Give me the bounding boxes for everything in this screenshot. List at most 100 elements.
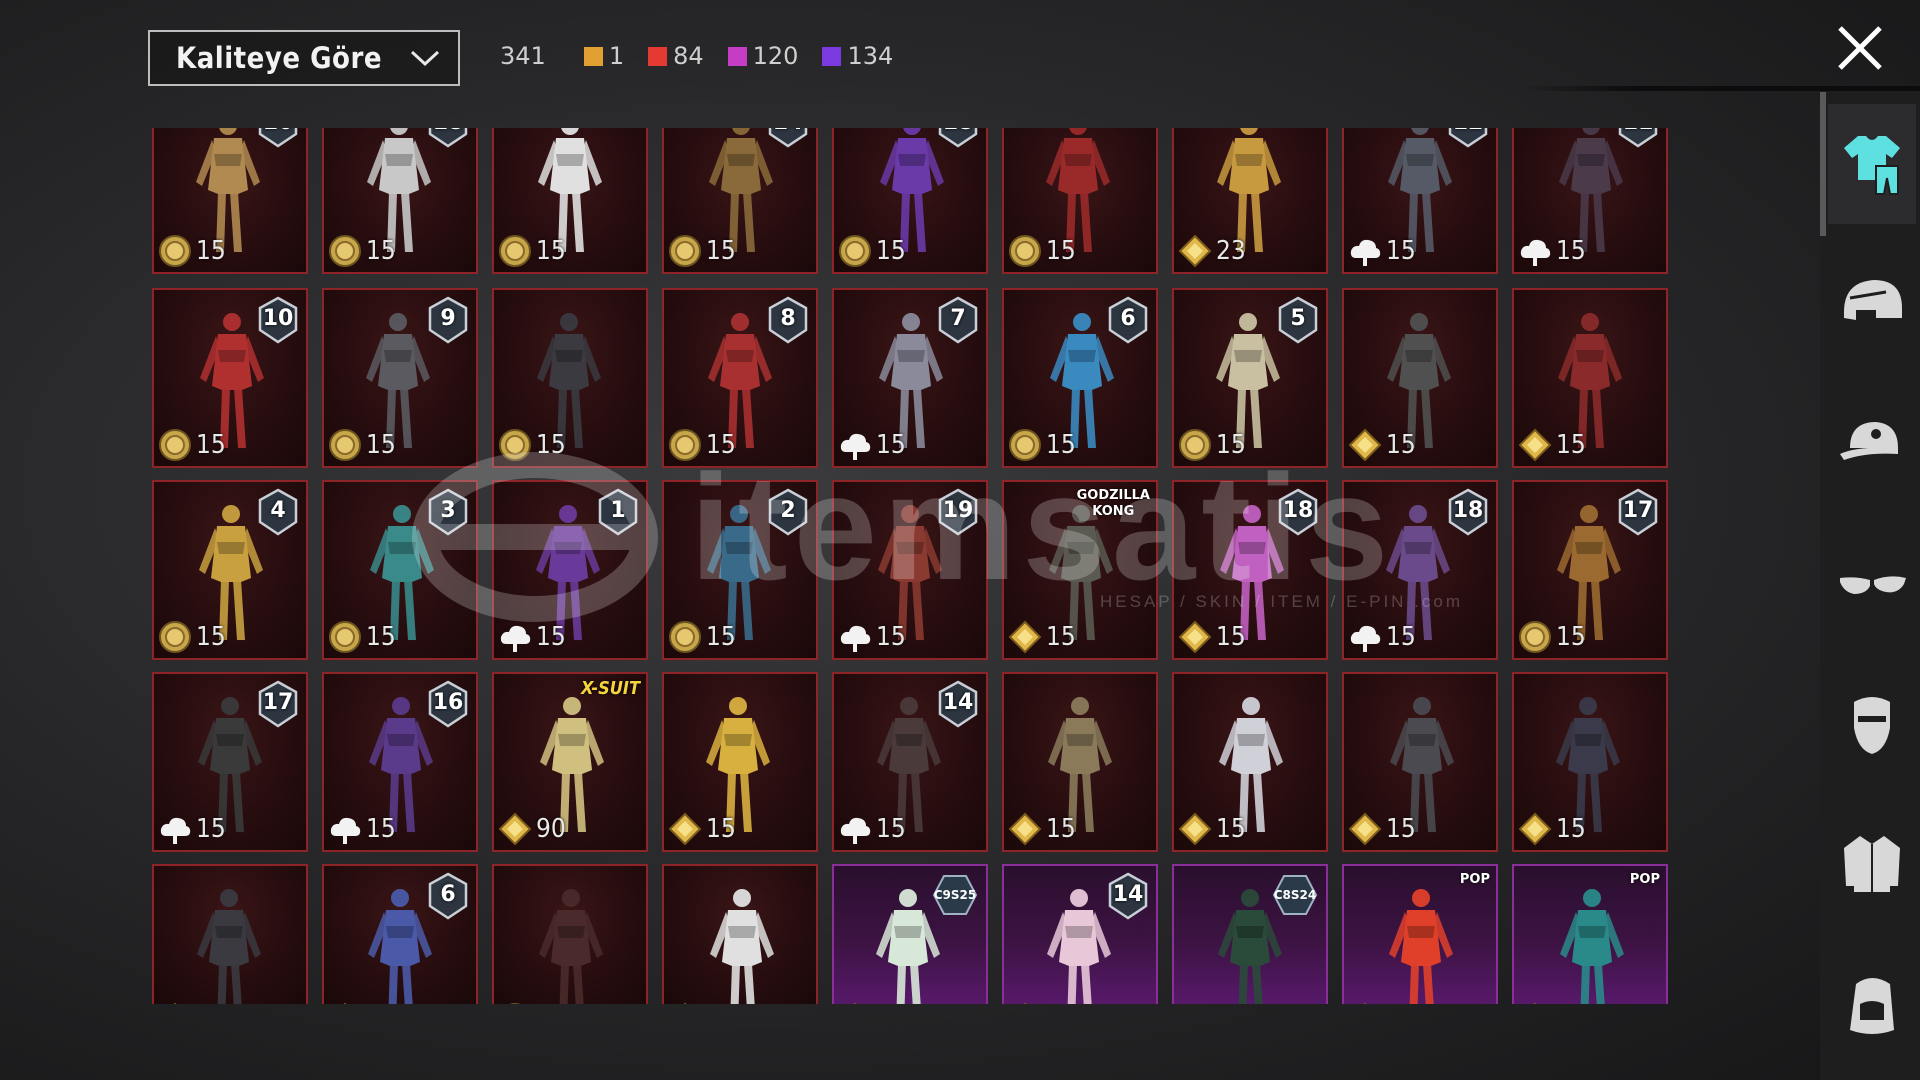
item-card[interactable]: 3 15 (322, 480, 478, 660)
season-hex-label: C8S24 (1273, 888, 1317, 902)
season-badge-number: 14 (1112, 881, 1144, 907)
item-card[interactable]: 15 (1002, 672, 1158, 852)
season-badge-number: 18 (426, 128, 470, 144)
item-count: 15 (1216, 814, 1246, 844)
category-tab-glasses[interactable] (1828, 524, 1916, 644)
season-badge-number: 18 (936, 128, 980, 144)
item-card[interactable]: 15 (1172, 672, 1328, 852)
item-count: 15 (706, 814, 736, 844)
season-badge: 5 (1174, 290, 1326, 350)
item-card[interactable]: 15 (492, 864, 648, 1004)
item-count: 15 (876, 430, 906, 460)
item-count: 15 (196, 814, 226, 844)
item-card[interactable]: 15 (152, 864, 308, 1004)
item-card[interactable]: 16 15 (322, 672, 478, 852)
season-badge: 12 (1344, 128, 1496, 154)
item-card[interactable]: GODZILLA KONG 15 (1002, 480, 1158, 660)
item-card[interactable]: 18 15 (1342, 480, 1498, 660)
helmet-icon (1844, 280, 1902, 320)
item-card[interactable]: 15 (1512, 288, 1668, 468)
item-card[interactable]: 15 (1342, 672, 1498, 852)
item-count: 15 (1046, 430, 1076, 460)
item-card[interactable]: POP 6 (1512, 864, 1668, 1004)
category-sidebar (1820, 92, 1920, 1080)
item-card[interactable]: 18 15 (1172, 480, 1328, 660)
item-card[interactable]: 14 15 (832, 672, 988, 852)
category-tab-hats[interactable] (1828, 384, 1916, 504)
item-card[interactable]: 4 15 (152, 480, 308, 660)
season-badge: 8 (664, 290, 816, 350)
diamond-coin-icon (1363, 1002, 1367, 1004)
collab-tag: GODZILLA KONG (1076, 488, 1150, 519)
item-card[interactable]: C8S24 6 (1172, 864, 1328, 1004)
item-count: 15 (706, 430, 736, 460)
coin-icon (1179, 429, 1211, 461)
rarity-legendary: 1 (583, 42, 624, 70)
coin-icon (669, 429, 701, 461)
item-card[interactable]: 15 (1512, 672, 1668, 852)
item-card[interactable]: 5 15 (1172, 288, 1328, 468)
coin-icon (329, 235, 361, 267)
category-tab-backpacks[interactable] (1828, 944, 1916, 1064)
season-badge: 4 (154, 482, 306, 542)
close-icon[interactable] (1832, 20, 1888, 76)
item-card[interactable]: 18 15 (322, 128, 478, 274)
item-card[interactable]: 19 15 (832, 480, 988, 660)
coin-icon (499, 235, 531, 267)
item-card[interactable]: 23 (1172, 128, 1328, 274)
season-badge-number: 5 (1290, 305, 1306, 331)
diamond-coin-icon (668, 812, 702, 846)
diamond-coin-icon (1178, 234, 1212, 268)
item-card[interactable]: 15 (1342, 288, 1498, 468)
item-card[interactable]: 15 (662, 672, 818, 852)
item-card[interactable]: 15 (662, 864, 818, 1004)
item-card[interactable]: 10 15 (152, 128, 308, 274)
item-card[interactable]: 11 15 (1512, 128, 1668, 274)
header-divider (1520, 86, 1920, 91)
season-badge-number: 14 (766, 128, 810, 144)
item-count: 15 (1216, 622, 1246, 652)
category-tab-jackets[interactable] (1828, 804, 1916, 924)
inventory-header: Kaliteye Göre 341 1 84 120 134 (0, 0, 1920, 110)
cloud-coin-icon (840, 433, 871, 460)
item-card[interactable]: C9S25 6 (832, 864, 988, 1004)
rarity-swatch-icon (727, 46, 747, 66)
item-card[interactable]: 17 15 (152, 672, 308, 852)
item-card[interactable]: 10 15 (152, 288, 308, 468)
item-card[interactable]: 12 15 (1342, 128, 1498, 274)
sort-dropdown-label: Kaliteye Göre (175, 41, 383, 75)
coin-icon (329, 429, 361, 461)
item-card[interactable]: 14 15 (662, 128, 818, 274)
item-card[interactable]: 18 15 (832, 128, 988, 274)
item-card[interactable]: 9 15 (322, 288, 478, 468)
item-card[interactable]: POP 6 (1342, 864, 1498, 1004)
glasses-icon (1840, 576, 1906, 594)
item-card[interactable]: 2 15 (662, 480, 818, 660)
category-tab-outfits[interactable] (1828, 104, 1916, 224)
item-card[interactable]: 6 15 (1002, 288, 1158, 468)
season-badge-number: 7 (950, 305, 966, 331)
season-badge: 17 (1514, 482, 1666, 542)
diamond-coin-icon (1023, 1002, 1027, 1004)
item-card[interactable]: 1 15 (492, 480, 648, 660)
sort-dropdown[interactable]: Kaliteye Göre (148, 30, 460, 86)
season-badge-number: 17 (262, 689, 294, 715)
item-card[interactable]: 15 (1002, 128, 1158, 274)
item-card[interactable]: 15 (492, 288, 648, 468)
season-badge: 11 (1514, 128, 1666, 154)
item-count: 15 (706, 622, 736, 652)
category-tab-helmets[interactable] (1828, 244, 1916, 364)
item-card[interactable]: 14 6 (1002, 864, 1158, 1004)
item-card[interactable]: 6 15 (322, 864, 478, 1004)
category-tab-masks[interactable] (1828, 664, 1916, 784)
coin-icon (159, 621, 191, 653)
item-card[interactable]: X-SUIT 90 (492, 672, 648, 852)
rarity-swatch-icon (583, 46, 603, 66)
item-card[interactable]: 15 (492, 128, 648, 274)
item-count: 15 (876, 622, 906, 652)
item-card[interactable]: 7 15 (832, 288, 988, 468)
xsuit-tag: X-SUIT (581, 678, 640, 699)
cloud-coin-icon (1350, 239, 1381, 266)
item-card[interactable]: 8 15 (662, 288, 818, 468)
item-card[interactable]: 17 15 (1512, 480, 1668, 660)
